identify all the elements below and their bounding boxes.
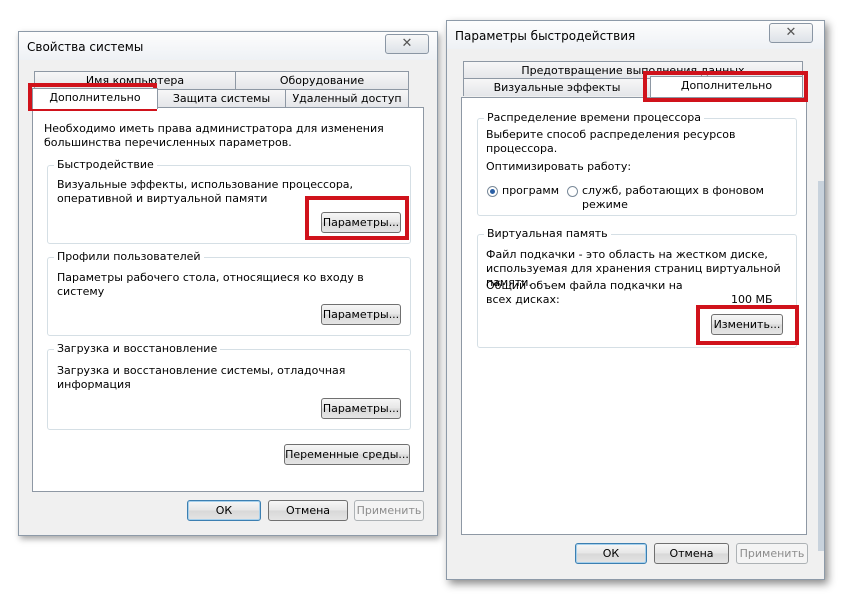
tab-system-protection[interactable]: Защита системы: [157, 89, 286, 107]
profiles-settings-button[interactable]: Параметры...: [321, 304, 401, 325]
tab-visual-effects[interactable]: Визуальные эффекты: [463, 78, 651, 96]
performance-description: Визуальные эффекты, использование процес…: [57, 178, 354, 205]
profiles-description: Параметры рабочего стола, относящиеся ко…: [57, 271, 364, 298]
radio-programs[interactable]: [487, 186, 498, 197]
group-label: Профили пользователей: [54, 250, 204, 263]
cpu-description: Выберите способ распределения ресурсов п…: [486, 128, 736, 155]
window-title: Свойства системы: [27, 40, 144, 54]
change-virtual-memory-button[interactable]: Изменить...: [711, 314, 783, 335]
admin-note: Необходимо иметь права администратора дл…: [44, 122, 384, 149]
title-bar: Параметры быстродействия ✕: [447, 21, 824, 49]
tab-advanced[interactable]: Дополнительно: [32, 88, 158, 109]
close-button[interactable]: ✕: [385, 34, 429, 54]
virtual-memory-group: Виртуальная память Файл подкачки - это о…: [477, 227, 797, 348]
cpu-scheduling-group: Распределение времени процессора Выберит…: [477, 111, 797, 216]
radio-background-services-label: служб, работающих в фоновом режиме: [582, 184, 764, 211]
paging-file-total-value: 100 МБ: [731, 293, 773, 306]
startup-description: Загрузка и восстановление системы, отлад…: [57, 364, 346, 391]
tab-hardware[interactable]: Оборудование: [235, 71, 409, 89]
performance-settings-button[interactable]: Параметры...: [321, 212, 401, 233]
startup-recovery-group: Загрузка и восстановление Загрузка и вос…: [47, 342, 411, 430]
group-label: Виртуальная память: [484, 227, 611, 240]
title-bar: Свойства системы ✕: [19, 32, 437, 60]
environment-variables-button[interactable]: Переменные среды...: [284, 444, 410, 465]
ok-button[interactable]: ОК: [187, 500, 261, 521]
optimize-label: Оптимизировать работу:: [486, 160, 632, 173]
performance-group: Быстродействие Визуальные эффекты, испол…: [47, 158, 411, 244]
tab-panel: Распределение времени процессора Выберит…: [461, 97, 807, 535]
apply-button[interactable]: Применить: [736, 543, 808, 564]
user-profiles-group: Профили пользователей Параметры рабочего…: [47, 250, 411, 336]
tab-remote-access[interactable]: Удаленный доступ: [285, 89, 409, 107]
group-label: Быстродействие: [54, 158, 157, 171]
cancel-button[interactable]: Отмена: [654, 543, 729, 564]
performance-options-window: Параметры быстродействия ✕ Предотвращени…: [446, 20, 825, 580]
group-label: Загрузка и восстановление: [54, 342, 221, 355]
system-properties-window: Свойства системы ✕ Имя компьютера Оборуд…: [18, 31, 438, 536]
tab-panel: Необходимо иметь права администратора дл…: [32, 107, 424, 492]
tab-computer-name[interactable]: Имя компьютера: [34, 71, 236, 89]
ok-button[interactable]: ОК: [575, 543, 647, 564]
window-title: Параметры быстродействия: [455, 29, 636, 43]
group-label: Распределение времени процессора: [484, 111, 704, 124]
cancel-button[interactable]: Отмена: [268, 500, 348, 521]
tab-advanced[interactable]: Дополнительно: [650, 76, 803, 97]
apply-button[interactable]: Применить: [354, 500, 424, 521]
window-edge-strip: [818, 181, 824, 551]
paging-file-total-label: Общий объем файла подкачки на всех диска…: [486, 279, 683, 306]
close-button[interactable]: ✕: [769, 23, 813, 43]
radio-programs-label: программ: [502, 184, 560, 197]
startup-settings-button[interactable]: Параметры...: [321, 398, 401, 419]
radio-background-services[interactable]: [567, 186, 578, 197]
